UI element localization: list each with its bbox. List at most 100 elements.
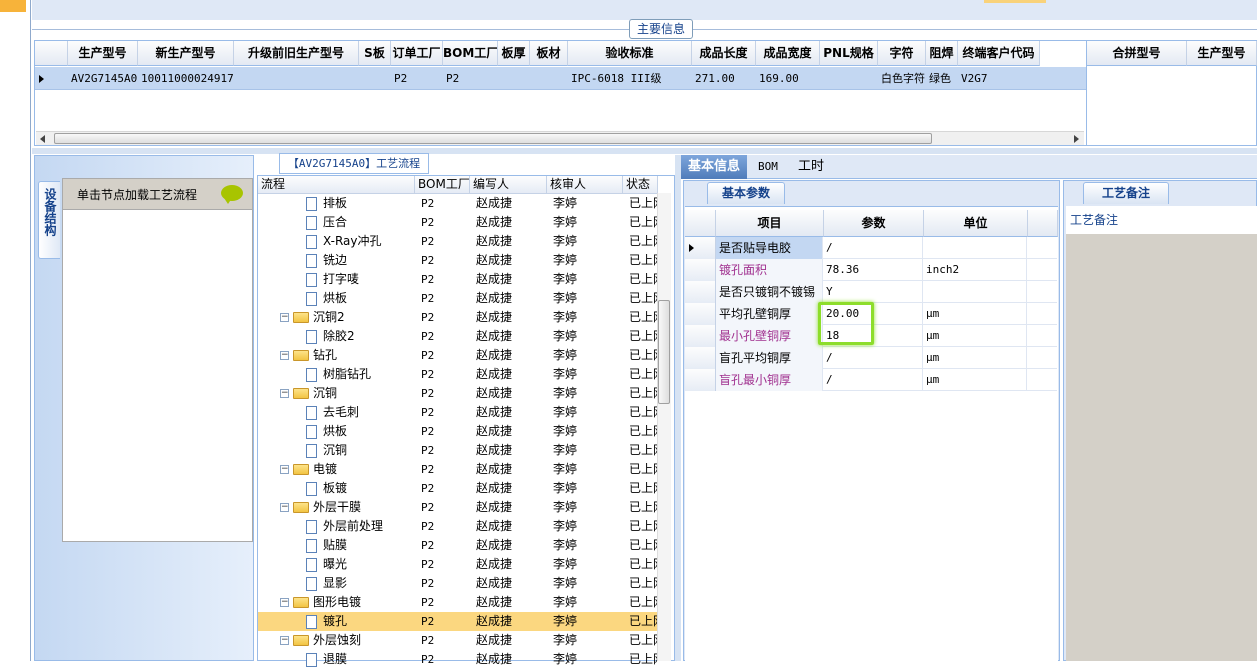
tree-node[interactable]: 烘板 bbox=[258, 422, 415, 441]
equipment-structure-tab[interactable]: 设备结构 bbox=[38, 181, 60, 259]
col-header[interactable]: 板材 bbox=[530, 41, 568, 66]
collapse-icon[interactable]: − bbox=[280, 465, 289, 474]
col-header[interactable]: 升级前旧生产型号 bbox=[234, 41, 359, 66]
param-value[interactable]: / bbox=[824, 369, 923, 391]
param-row[interactable]: 盲孔平均铜厚 / μm bbox=[685, 347, 1057, 369]
param-row[interactable]: 是否贴导电胶 / bbox=[685, 237, 1057, 259]
collapse-icon[interactable]: − bbox=[280, 598, 289, 607]
grid-cell[interactable]: P2 bbox=[443, 68, 498, 90]
col-header[interactable]: 终端客户代码 bbox=[958, 41, 1040, 66]
tree-row[interactable]: 打字唛 P2 赵成捷 李婷 已上网 bbox=[258, 270, 658, 289]
tree-node[interactable]: 外层前处理 bbox=[258, 517, 415, 536]
tree-row[interactable]: 除胶2 P2 赵成捷 李婷 已上网 bbox=[258, 327, 658, 346]
param-row[interactable]: 是否只镀铜不镀锡 Y bbox=[685, 281, 1057, 303]
tree-row[interactable]: 显影 P2 赵成捷 李婷 已上网 bbox=[258, 574, 658, 593]
tree-node[interactable]: − 外层干膜 bbox=[258, 498, 415, 517]
grid-cell[interactable]: 白色字符 bbox=[878, 68, 926, 90]
tree-row[interactable]: 板镀 P2 赵成捷 李婷 已上网 bbox=[258, 479, 658, 498]
tree-node[interactable]: 烘板 bbox=[258, 289, 415, 308]
tree-row[interactable]: 外层前处理 P2 赵成捷 李婷 已上网 bbox=[258, 517, 658, 536]
param-value[interactable]: Y bbox=[824, 281, 923, 303]
col-header[interactable]: 成品宽度 bbox=[756, 41, 820, 66]
grid-cell[interactable]: P2 bbox=[391, 68, 443, 90]
collapse-icon[interactable]: − bbox=[280, 351, 289, 360]
param-value[interactable]: / bbox=[824, 347, 923, 369]
tree-node[interactable]: − 电镀 bbox=[258, 460, 415, 479]
load-process-header[interactable]: 单击节点加载工艺流程 bbox=[62, 178, 253, 210]
col-header[interactable]: 验收标准 bbox=[568, 41, 692, 66]
grid-cell[interactable]: AV2G7145A0 bbox=[68, 68, 138, 90]
col-side-production-model[interactable]: 生产型号 bbox=[1187, 41, 1257, 66]
grid-cell[interactable]: V2G7 bbox=[958, 68, 1040, 90]
col-header[interactable]: 生产型号 bbox=[68, 41, 138, 66]
tree-node[interactable]: 退膜 bbox=[258, 650, 415, 669]
tree-node[interactable]: 板镀 bbox=[258, 479, 415, 498]
tree-node[interactable]: 树脂钻孔 bbox=[258, 365, 415, 384]
grid-cell[interactable]: 271.00 bbox=[692, 68, 756, 90]
col-item[interactable]: 项目 bbox=[716, 210, 824, 237]
grid-cell[interactable] bbox=[234, 68, 359, 90]
tree-node[interactable]: 镀孔 bbox=[258, 612, 415, 631]
basic-params-tab[interactable]: 基本参数 bbox=[707, 182, 785, 204]
tree-node[interactable]: 打字唛 bbox=[258, 270, 415, 289]
tree-row[interactable]: 压合 P2 赵成捷 李婷 已上网 bbox=[258, 213, 658, 232]
col-header[interactable]: 板厚 bbox=[498, 41, 530, 66]
col-header[interactable]: 新生产型号 bbox=[138, 41, 234, 66]
col-header[interactable]: 订单工厂 bbox=[391, 41, 443, 66]
tree-row[interactable]: 退膜 P2 赵成捷 李婷 已上网 bbox=[258, 650, 658, 669]
col-merge-model[interactable]: 合拼型号 bbox=[1087, 41, 1187, 66]
tree-node[interactable]: 铣边 bbox=[258, 251, 415, 270]
col-header[interactable]: 字符 bbox=[878, 41, 926, 66]
tree-row[interactable]: − 沉铜2 P2 赵成捷 李婷 已上网 bbox=[258, 308, 658, 327]
tree-row[interactable]: − 钻孔 P2 赵成捷 李婷 已上网 bbox=[258, 346, 658, 365]
col-unit[interactable]: 单位 bbox=[924, 210, 1028, 237]
tree-row[interactable]: − 外层蚀刻 P2 赵成捷 李婷 已上网 bbox=[258, 631, 658, 650]
tree-row[interactable]: − 图形电镀 P2 赵成捷 李婷 已上网 bbox=[258, 593, 658, 612]
tree-node[interactable]: 排板 bbox=[258, 194, 415, 213]
col-header[interactable]: 成品长度 bbox=[692, 41, 756, 66]
tree-col-header[interactable]: 状态 bbox=[623, 176, 658, 194]
tree-col-header[interactable]: 编写人 bbox=[470, 176, 547, 194]
tree-col-header[interactable]: BOM工厂 bbox=[415, 176, 470, 194]
vertical-splitter[interactable] bbox=[675, 155, 681, 661]
collapse-icon[interactable]: − bbox=[280, 313, 289, 322]
tree-node[interactable]: 去毛刺 bbox=[258, 403, 415, 422]
col-header[interactable]: S板 bbox=[359, 41, 391, 66]
tree-row[interactable]: 沉铜 P2 赵成捷 李婷 已上网 bbox=[258, 441, 658, 460]
tree-node[interactable]: 沉铜 bbox=[258, 441, 415, 460]
scroll-left-icon[interactable] bbox=[40, 135, 45, 143]
tab-bom[interactable]: BOM bbox=[751, 155, 785, 179]
col-header[interactable]: BOM工厂 bbox=[443, 41, 498, 66]
tree-col-header[interactable]: 流程 bbox=[258, 176, 415, 194]
tree-node[interactable]: 压合 bbox=[258, 213, 415, 232]
grid-cell[interactable] bbox=[820, 68, 878, 90]
collapse-icon[interactable]: − bbox=[280, 503, 289, 512]
grid-cell[interactable] bbox=[530, 68, 568, 90]
tab-work-hours[interactable]: 工时 bbox=[791, 155, 831, 179]
tree-row[interactable]: 贴膜 P2 赵成捷 李婷 已上网 bbox=[258, 536, 658, 555]
col-param[interactable]: 参数 bbox=[824, 210, 924, 237]
param-value[interactable]: 78.36 bbox=[824, 259, 923, 281]
tree-node[interactable]: − 外层蚀刻 bbox=[258, 631, 415, 650]
process-notes-body[interactable] bbox=[1066, 206, 1257, 661]
tree-row[interactable]: 曝光 P2 赵成捷 李婷 已上网 bbox=[258, 555, 658, 574]
tree-row[interactable]: − 外层干膜 P2 赵成捷 李婷 已上网 bbox=[258, 498, 658, 517]
tree-node[interactable]: − 沉铜2 bbox=[258, 308, 415, 327]
grid-cell[interactable]: 169.00 bbox=[756, 68, 820, 90]
grid-cell[interactable] bbox=[498, 68, 530, 90]
process-notes-tab[interactable]: 工艺备注 bbox=[1083, 182, 1169, 204]
process-tree-vscrollbar[interactable] bbox=[657, 193, 671, 661]
col-header[interactable]: 阻焊 bbox=[926, 41, 958, 66]
param-value[interactable]: / bbox=[824, 237, 923, 259]
param-row[interactable]: 盲孔最小铜厚 / μm bbox=[685, 369, 1057, 391]
tree-row[interactable]: 铣边 P2 赵成捷 李婷 已上网 bbox=[258, 251, 658, 270]
tree-node[interactable]: X-Ray冲孔 bbox=[258, 232, 415, 251]
tree-row[interactable]: 排板 P2 赵成捷 李婷 已上网 bbox=[258, 194, 658, 213]
tree-node[interactable]: 显影 bbox=[258, 574, 415, 593]
tree-row[interactable]: 烘板 P2 赵成捷 李婷 已上网 bbox=[258, 422, 658, 441]
grid-cell[interactable]: IPC-6018 III级 bbox=[568, 68, 692, 90]
collapse-icon[interactable]: − bbox=[280, 389, 289, 398]
tree-node[interactable]: 除胶2 bbox=[258, 327, 415, 346]
scroll-right-icon[interactable] bbox=[1074, 135, 1079, 143]
grid-cell[interactable]: 10011000024917 bbox=[138, 68, 234, 90]
